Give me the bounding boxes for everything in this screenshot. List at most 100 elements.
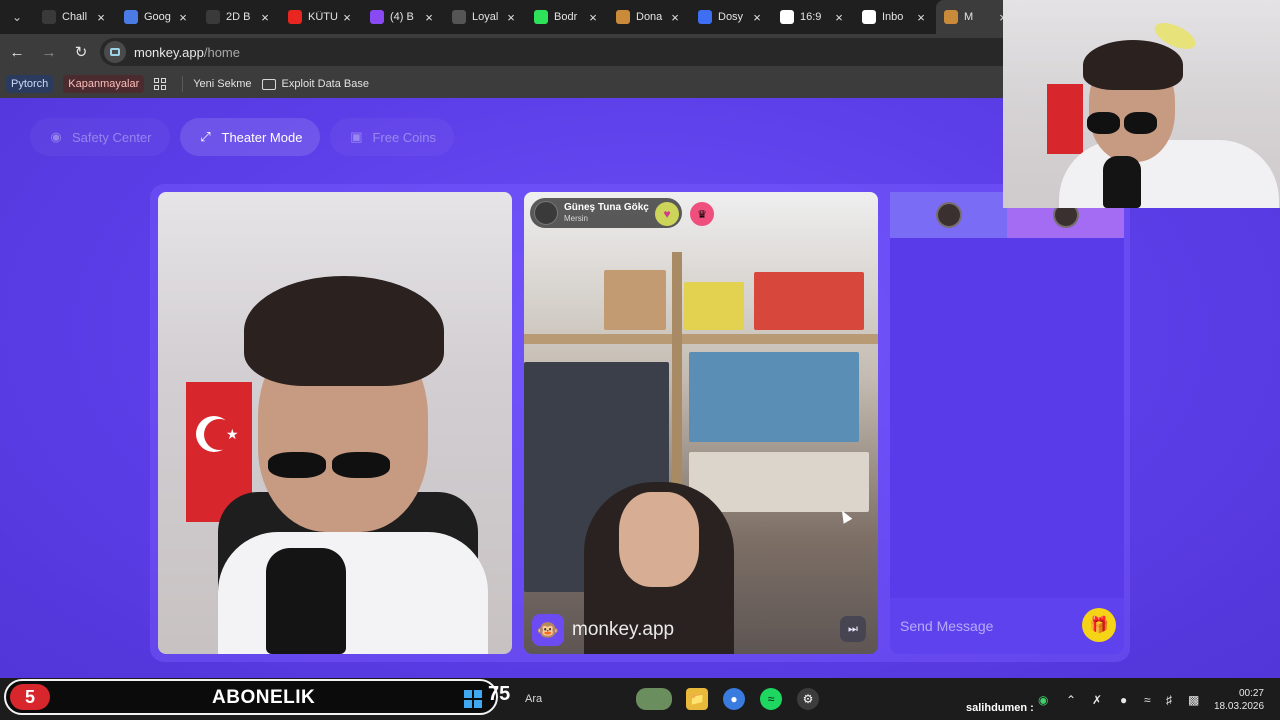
top-buttons: ◉ Safety Center ⤢ Theater Mode ▣ Free Co… [30, 118, 455, 156]
browser-tab[interactable]: Loyal × [444, 0, 526, 34]
kick-icon [534, 10, 548, 24]
youtube-icon [288, 10, 302, 24]
badge-icon[interactable]: ♛ [690, 202, 714, 226]
url-path: /home [203, 44, 240, 60]
gift-icon[interactable]: 🎁 [1082, 608, 1116, 642]
browser-tab[interactable]: 2D B × [198, 0, 280, 34]
close-icon[interactable]: × [258, 10, 272, 25]
tab-title: M [964, 11, 974, 23]
browser-tab[interactable]: Dosy × [690, 0, 772, 34]
skip-icon[interactable]: ⏭ [840, 616, 866, 642]
boxes [689, 452, 869, 512]
close-icon[interactable]: × [94, 10, 108, 25]
close-icon[interactable]: × [832, 10, 846, 25]
coins-icon: ▣ [350, 129, 363, 144]
site-info-icon[interactable] [104, 41, 126, 63]
theater-mode-button[interactable]: ⤢ Theater Mode [179, 118, 321, 156]
chat-tab-peer[interactable] [890, 192, 1007, 238]
browser-tab[interactable]: (4) B × [362, 0, 444, 34]
close-icon[interactable]: × [586, 10, 600, 25]
close-icon[interactable]: × [504, 10, 518, 25]
free-coins-button[interactable]: ▣ Free Coins [330, 118, 455, 156]
browser-tab[interactable]: KÜTU × [280, 0, 362, 34]
browser-tab[interactable]: Goog × [116, 0, 198, 34]
turkish-flag [1047, 84, 1083, 154]
tab-title: Chall [62, 11, 88, 23]
peer-face [619, 492, 699, 587]
shirt [218, 532, 488, 654]
gmail-icon [862, 10, 876, 24]
reload-button[interactable]: ↻ [66, 37, 96, 67]
app-icon[interactable]: ⚙ [797, 688, 819, 710]
gemini-icon [124, 10, 138, 24]
safety-center-label: Safety Center [72, 129, 152, 145]
widget-icon[interactable] [636, 688, 672, 710]
bookmark-pytorch[interactable]: Pytorch [6, 75, 54, 93]
expand-icon: ⤢ [200, 129, 211, 144]
shirt [1059, 140, 1279, 208]
watermark-text: monkey.app [572, 619, 675, 640]
close-icon[interactable]: × [914, 10, 928, 25]
microphone-icon[interactable]: ● [1120, 693, 1127, 707]
browser-tab[interactable]: Inbo × [854, 0, 936, 34]
close-icon[interactable]: × [668, 10, 682, 25]
tab-title: Bodr [554, 11, 578, 23]
bookmark-label: Yeni Sekme [193, 78, 252, 90]
close-icon[interactable]: × [422, 10, 436, 25]
browser-tab[interactable]: Chall × [34, 0, 116, 34]
clock[interactable]: 00:27 18.03.2026 [1214, 687, 1264, 713]
sunglasses [1087, 112, 1157, 134]
url-text[interactable]: monkey.app/home [134, 45, 240, 60]
chrome-icon[interactable]: ● [723, 688, 745, 710]
volume-icon[interactable]: ♯ [1166, 693, 1172, 707]
local-video: ★ [158, 192, 512, 654]
xbox-icon[interactable]: ◉ [1038, 693, 1048, 707]
wifi-icon[interactable]: ≈ [1144, 693, 1151, 707]
taskbar-search[interactable]: Ara [525, 693, 542, 705]
soccer-icon [206, 10, 220, 24]
browser-tab[interactable]: Dona × [608, 0, 690, 34]
browser-tab[interactable]: Bodr × [526, 0, 608, 34]
peer-location: Mersin [564, 214, 589, 223]
bookmark-label: Exploit Data Base [281, 78, 369, 90]
network-off-icon[interactable]: ✗ [1092, 693, 1102, 707]
close-icon[interactable]: × [340, 10, 354, 25]
bookmark-kapanmayalar[interactable]: Kapanmayalar [63, 75, 145, 93]
diamond-icon [452, 10, 466, 24]
browser-tab[interactable]: 16:9 × [772, 0, 854, 34]
taskbar: 5 ABONELIK 75 Ara 📁 ● ≈ ⚙ salihdumen : ◉… [0, 678, 1280, 720]
close-icon[interactable]: × [176, 10, 190, 25]
back-button[interactable]: ← [2, 37, 32, 67]
heart-icon[interactable]: ♥ [655, 202, 679, 226]
tab-title: (4) B [390, 11, 414, 23]
twitch-icon [370, 10, 384, 24]
tab-title: Loyal [472, 11, 499, 23]
chevron-up-icon[interactable]: ⌃ [1066, 693, 1076, 707]
file-explorer-icon[interactable]: 📁 [686, 688, 708, 710]
free-coins-label: Free Coins [372, 129, 437, 145]
webcam-overlay [1003, 0, 1280, 208]
monkey-watermark: 🐵 monkey.app [532, 614, 674, 646]
tab-title: 2D B [226, 11, 251, 23]
url-host: monkey.app [134, 44, 204, 60]
bookmark-yeni-sekme[interactable]: Yeni Sekme [193, 78, 251, 90]
chat-input-bar: 🎁 [890, 598, 1124, 654]
spotify-icon[interactable]: ≈ [760, 688, 782, 710]
tab-title: Dosy [718, 11, 744, 23]
peer-name: Güneş Tuna Gökç [564, 202, 649, 213]
battery-icon[interactable]: ▩ [1188, 693, 1199, 707]
send-message-input[interactable] [900, 618, 1070, 634]
person-hair [244, 276, 444, 386]
safety-center-button[interactable]: ◉ Safety Center [30, 118, 170, 156]
clock-date: 18.03.2026 [1214, 701, 1265, 712]
box [754, 272, 864, 330]
bookmark-exploit-db[interactable]: Exploit Data Base [261, 78, 369, 90]
apps-grid-icon[interactable] [154, 78, 167, 90]
sub-goal: 75 [488, 683, 511, 705]
close-icon[interactable]: × [750, 10, 764, 25]
soccer-icon [42, 10, 56, 24]
windows-start-icon[interactable] [464, 690, 482, 708]
tab-search-button[interactable]: ⌄ [0, 0, 34, 34]
subscription-goal-bar: 5 ABONELIK [4, 679, 498, 715]
forward-button[interactable]: → [34, 37, 64, 67]
